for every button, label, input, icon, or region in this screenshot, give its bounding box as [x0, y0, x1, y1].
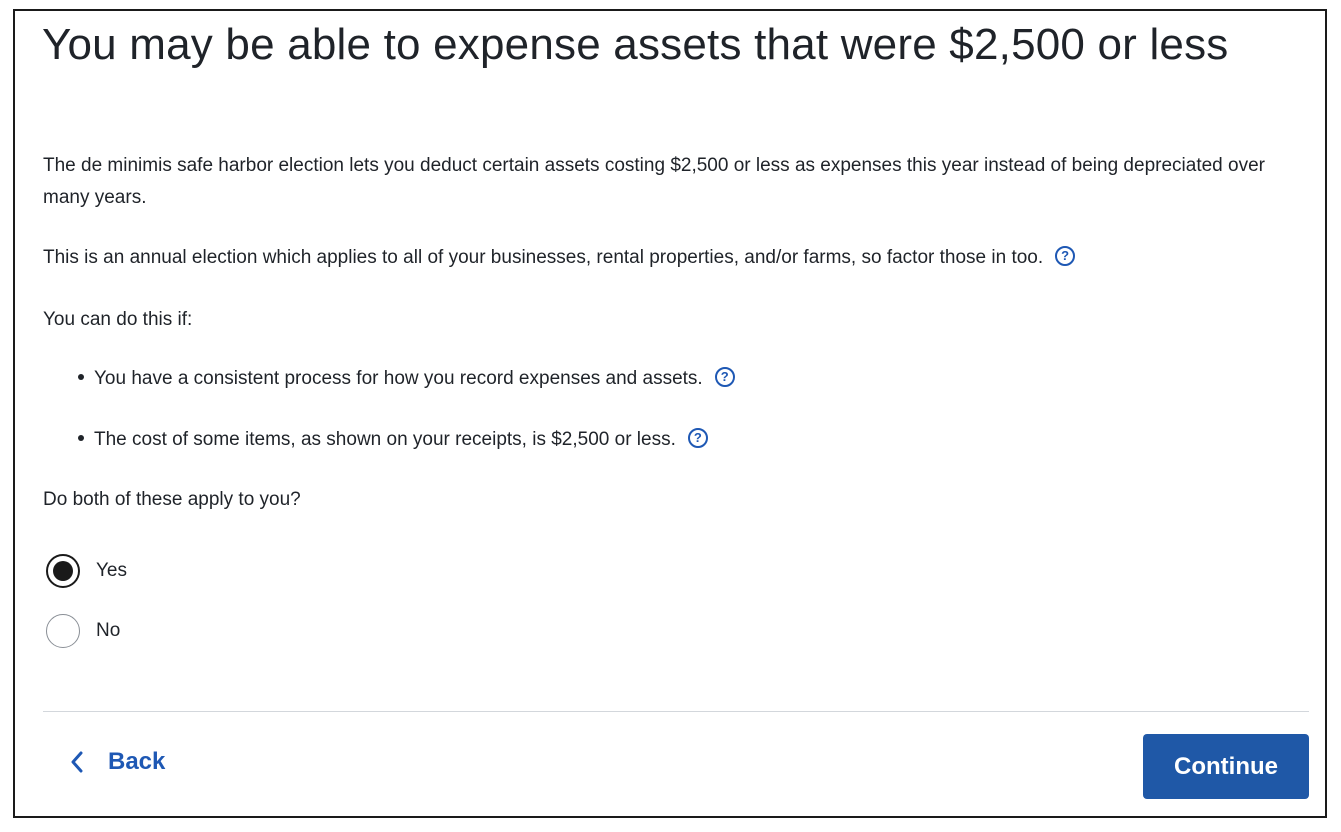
bullet-icon [78, 373, 84, 380]
footer-divider [43, 711, 1309, 712]
question-text: Do both of these apply to you? [43, 489, 301, 510]
annual-election-note: This is an annual election which applies… [43, 242, 1076, 274]
radio-label-no: No [96, 620, 121, 641]
condition-item: The cost of some items, as shown on your… [78, 424, 708, 456]
conditions-lead: You can do this if: [43, 309, 193, 330]
radio-option-yes[interactable]: Yes [46, 554, 127, 588]
back-label: Back [108, 748, 166, 775]
bullet-icon [78, 434, 84, 441]
help-icon[interactable]: ? [687, 427, 708, 448]
condition-item: You have a consistent process for how yo… [78, 363, 735, 395]
back-button[interactable]: Back [70, 748, 165, 776]
radio-button-yes[interactable] [46, 554, 80, 588]
help-icon[interactable]: ? [714, 366, 735, 387]
radio-button-no[interactable] [46, 614, 80, 648]
condition-text: The cost of some items, as shown on your… [94, 429, 676, 450]
continue-button[interactable]: Continue [1143, 734, 1309, 799]
help-icon[interactable]: ? [1055, 245, 1076, 266]
chevron-left-icon [71, 751, 83, 773]
radio-option-no[interactable]: No [46, 614, 120, 648]
condition-text: You have a consistent process for how yo… [94, 368, 703, 389]
page-frame [13, 9, 1327, 818]
intro-text: The de minimis safe harbor election lets… [43, 155, 1265, 208]
radio-label-yes: Yes [96, 560, 127, 581]
annual-election-text: This is an annual election which applies… [43, 247, 1044, 268]
page-title: You may be able to expense assets that w… [42, 20, 1229, 69]
